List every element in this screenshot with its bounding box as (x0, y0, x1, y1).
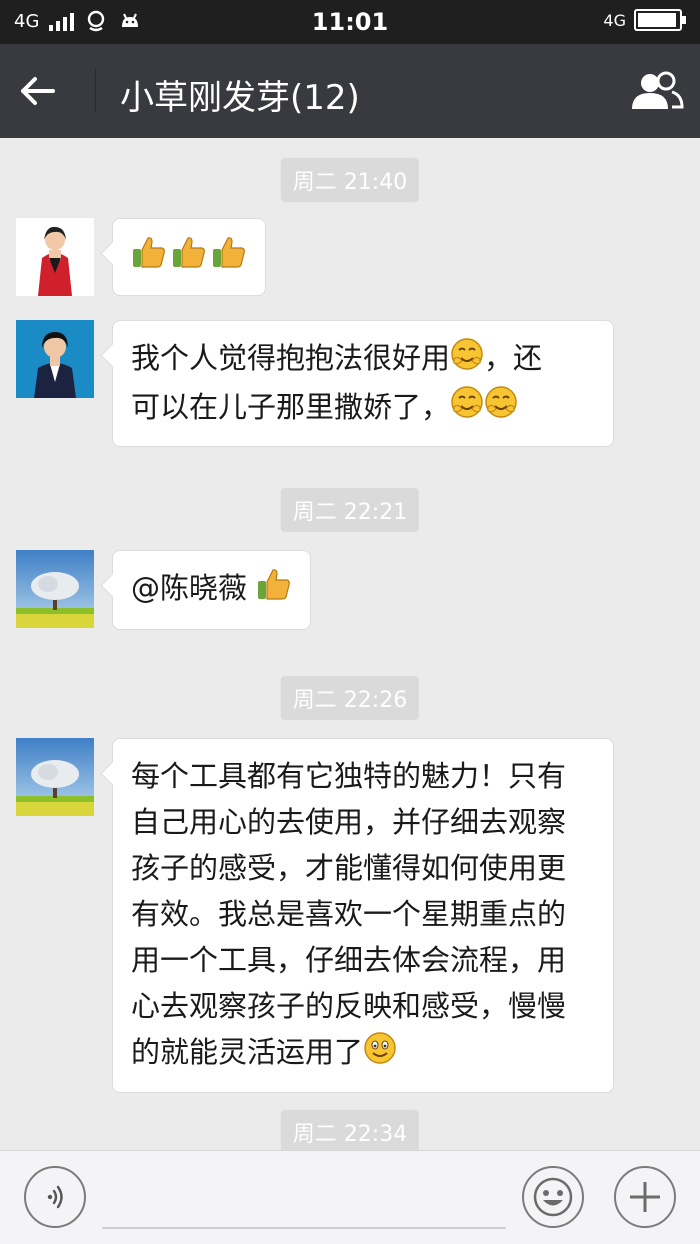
timestamp-chip: 周二 21:40 (280, 158, 420, 202)
avatar-red-jacket-woman (16, 218, 94, 296)
status-bar: 4G 11:01 4G (0, 0, 700, 44)
thumbs-up-icon (211, 234, 247, 283)
avatar-tree-landscape (16, 550, 94, 628)
more-options-button[interactable] (614, 1166, 676, 1228)
message-line: 每个工具都有它独特的魅力！只有 (131, 759, 567, 793)
message-line: 可以在儿子那里撒娇了， (131, 384, 595, 433)
smile-emoji-icon (363, 1031, 397, 1078)
status-time: 11:01 (311, 8, 389, 36)
network-type-right: 4G (603, 10, 626, 30)
message-text: @陈晓薇 (131, 571, 248, 605)
timestamp-chip: 周二 22:34 (280, 1110, 420, 1150)
timestamp-chip: 周二 22:26 (280, 676, 420, 720)
chat-title: 小草刚发芽(12) (120, 78, 360, 118)
hug-emoji-icon (484, 385, 518, 432)
battery-icon (634, 9, 686, 31)
group-members-button[interactable] (628, 70, 684, 112)
chat-header: 小草刚发芽(12) (0, 44, 700, 138)
message-line: 我个人觉得抱抱法很好用 ，还 (131, 335, 595, 384)
message-bubble[interactable] (112, 218, 266, 296)
message-bubble[interactable]: 我个人觉得抱抱法很好用 ，还 可以在儿子那里撒娇了， (112, 320, 614, 447)
avatar[interactable] (16, 218, 94, 296)
message-text: ，还 (484, 341, 543, 375)
thumbs-up-icon (256, 566, 292, 615)
emoji-icon (533, 1177, 573, 1217)
input-bar (0, 1150, 700, 1244)
avatar[interactable] (16, 320, 94, 398)
message-line: 的就能灵活运用了 (131, 1029, 595, 1078)
message-bubble[interactable]: 每个工具都有它独特的魅力！只有 自己用心的去使用，并仔细去观察 孩子的感受，才能… (112, 738, 614, 1093)
message-line: 孩子的感受，才能懂得如何使用更 (131, 851, 567, 885)
message-text: 的就能灵活运用了 (131, 1035, 364, 1069)
avatar[interactable] (16, 738, 94, 816)
message-line: 有效。我总是喜欢一个星期重点的 (131, 897, 567, 931)
message-line: 自己用心的去使用，并仔细去观察 (131, 805, 567, 839)
emoji-button[interactable] (522, 1166, 584, 1228)
message-line: 用一个工具，仔细去体会流程，用 (131, 943, 567, 977)
timestamp-chip: 周二 22:21 (280, 488, 420, 532)
avatar-tree-landscape (16, 738, 94, 816)
header-divider (95, 69, 96, 113)
message-text: 可以在儿子那里撒娇了， (131, 389, 451, 424)
hug-emoji-icon (450, 385, 484, 432)
back-arrow-icon (21, 77, 55, 105)
thumbs-up-icon (171, 234, 207, 283)
voice-icon (47, 1185, 63, 1209)
message-line: 心去观察孩子的反映和感受，慢慢 (131, 989, 567, 1023)
plus-icon (630, 1182, 660, 1212)
status-right: 4G (603, 9, 686, 31)
voice-button[interactable] (24, 1166, 86, 1228)
back-button[interactable] (14, 67, 62, 115)
battery-level (638, 13, 676, 27)
message-input[interactable] (102, 1169, 506, 1229)
hug-emoji-icon (450, 337, 484, 384)
chat-messages[interactable]: 周二 21:40 我个人觉得抱抱法很好用 ，还 可以在儿子那里撒娇了， 周二 2… (0, 138, 700, 1150)
avatar-woman-suit (16, 320, 94, 398)
avatar[interactable] (16, 550, 94, 628)
thumbs-up-icon (131, 234, 167, 283)
message-bubble[interactable]: @陈晓薇 (112, 550, 312, 630)
message-text: 我个人觉得抱抱法很好用 (131, 341, 451, 375)
group-members-icon (632, 71, 684, 109)
